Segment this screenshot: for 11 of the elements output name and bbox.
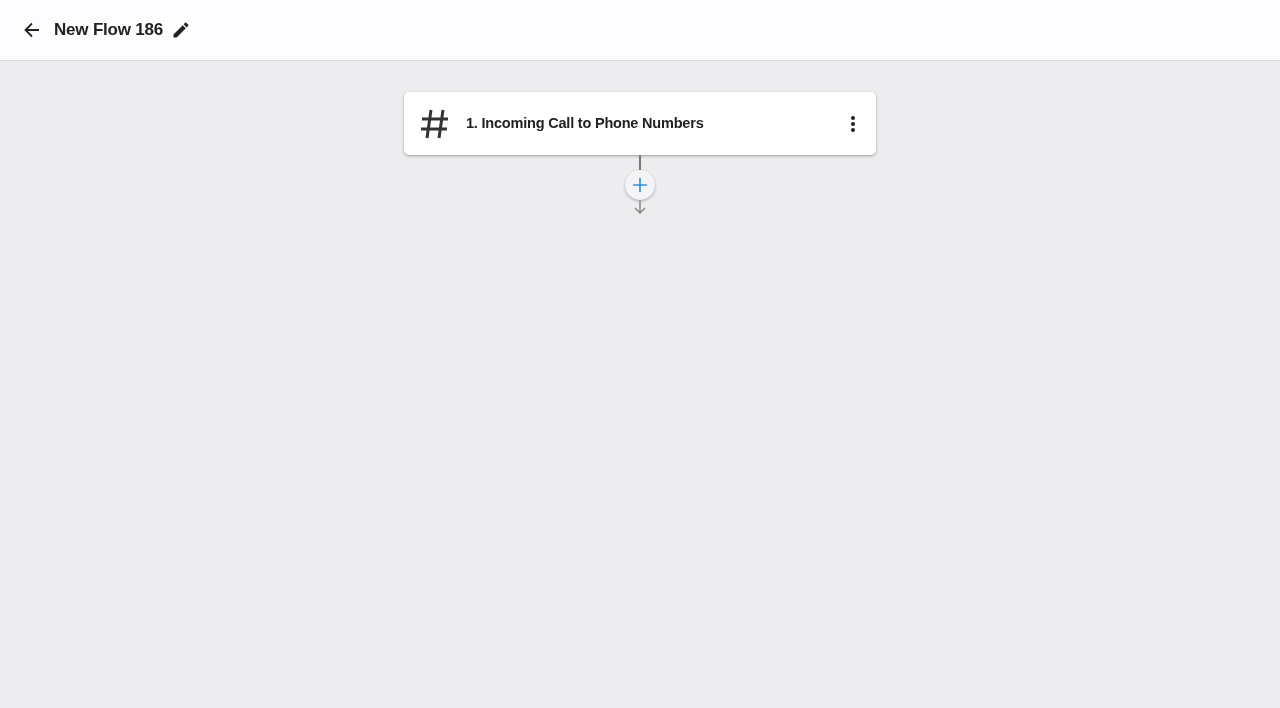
add-step-button[interactable]: [625, 170, 655, 200]
more-button[interactable]: [850, 115, 856, 132]
hash-icon: [420, 107, 450, 140]
step-title: 1. Incoming Call to Phone Numbers: [466, 113, 705, 133]
back-arrow-icon: [22, 20, 42, 40]
down-arrow-icon: [634, 200, 646, 214]
back-button[interactable]: [22, 20, 42, 40]
more-vertical-icon: [850, 115, 856, 132]
plus-icon: [633, 178, 647, 192]
step-card[interactable]: 1. Incoming Call to Phone Numbers: [404, 92, 876, 155]
flow-title: New Flow 186: [54, 19, 164, 42]
